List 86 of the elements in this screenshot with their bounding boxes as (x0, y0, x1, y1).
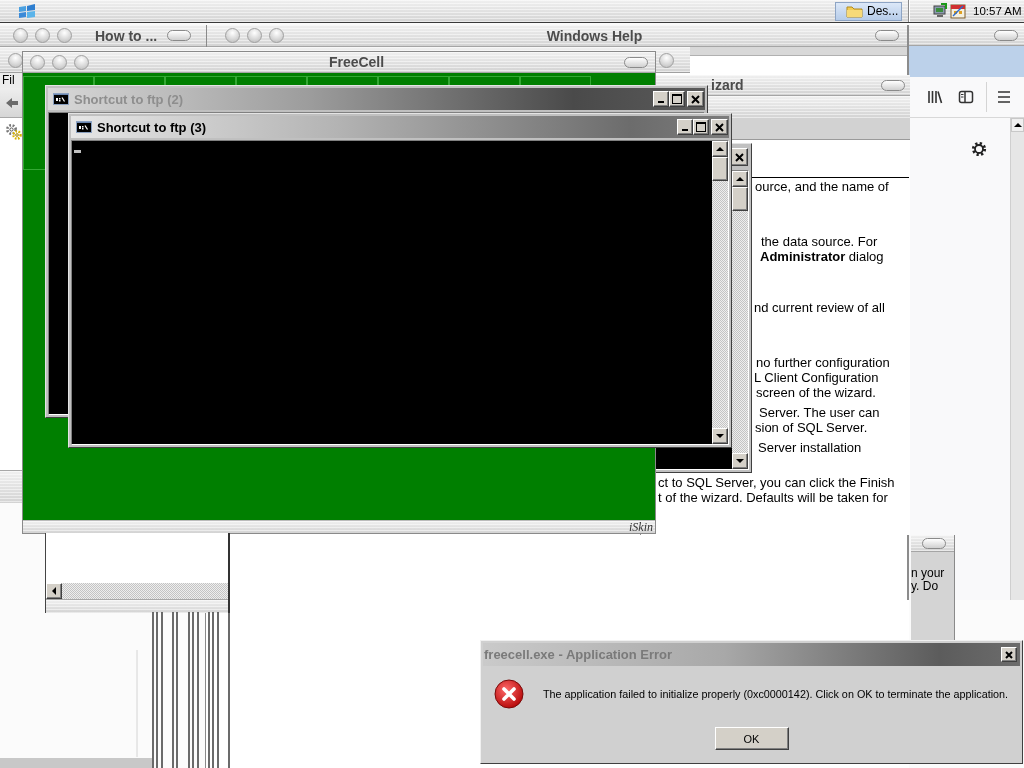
clock: 10:57 AM (973, 5, 1022, 17)
toolbar-toggle-button[interactable] (624, 56, 648, 68)
settings-icon (971, 141, 987, 157)
taskbar-button[interactable]: Des... (835, 1, 902, 21)
body-text: the data source. For (761, 233, 878, 249)
menu-item[interactable]: Fil (2, 73, 15, 87)
close-icon (735, 152, 744, 162)
toolbar-toggle-button[interactable] (922, 537, 946, 549)
scroll-thumb[interactable] (712, 157, 728, 181)
left-arrow-icon (51, 587, 57, 595)
scroll-left-button[interactable] (46, 583, 62, 599)
flag-icon (18, 2, 36, 20)
body-text: Administrator dialog (760, 248, 884, 264)
window-title: FreeCell (327, 54, 386, 70)
title-bar-button[interactable] (269, 28, 284, 43)
title-bar-button[interactable] (225, 28, 240, 43)
close-button[interactable] (711, 119, 728, 135)
scroll-up-button[interactable] (1011, 118, 1024, 132)
down-arrow-icon (716, 433, 724, 439)
error-icon (494, 679, 524, 709)
close-icon (1005, 650, 1013, 659)
window-title: How to ... (95, 27, 158, 44)
down-arrow-icon (736, 458, 744, 464)
title-bar-button[interactable] (57, 28, 72, 43)
title-bar-button[interactable] (74, 54, 89, 70)
body-text: ource, and the name of (755, 178, 889, 194)
title-bar-button[interactable] (35, 28, 50, 43)
body-text: ct to SQL Server, you can click the Finish (658, 474, 895, 490)
ok-button[interactable]: OK (714, 727, 789, 750)
brand-label: iSkin (629, 521, 653, 533)
body-text: screen of the wizard. (756, 384, 876, 400)
up-arrow-icon (736, 176, 744, 182)
library-icon (927, 89, 943, 105)
toolbar-toggle-button[interactable] (875, 30, 899, 41)
folder-icon (846, 4, 863, 18)
console-icon (76, 121, 92, 133)
body-text: Server. The user can (759, 404, 880, 420)
body-text: sion of SQL Server. (755, 419, 868, 435)
title-bar-button[interactable] (52, 54, 67, 70)
maximize-button[interactable] (693, 119, 709, 135)
close-button[interactable] (687, 91, 704, 107)
body-text: y. Do (911, 580, 939, 593)
close-icon (691, 94, 700, 104)
body-text: n your (911, 567, 946, 580)
minimize-button[interactable] (653, 91, 669, 107)
title-bar-button[interactable] (247, 28, 262, 43)
back-arrow-icon (5, 96, 19, 109)
window-title: freecell.exe - Application Error (484, 647, 673, 662)
scrollbar[interactable] (46, 583, 228, 599)
maximize-icon (696, 122, 706, 132)
minimize-icon (682, 129, 688, 131)
body-text: nd current review of all (754, 299, 885, 315)
scroll-down-button[interactable] (712, 428, 728, 444)
window-title: izard (711, 77, 744, 93)
toolbar-toggle-button[interactable] (167, 30, 191, 41)
body-text: no further configuration (756, 354, 890, 370)
scroll-down-button[interactable] (732, 453, 748, 469)
body-text: Server installation (758, 439, 862, 455)
title-bar-button[interactable] (13, 28, 28, 43)
up-arrow-icon (716, 146, 724, 152)
maximize-icon (672, 94, 682, 104)
scrollbar[interactable] (732, 171, 748, 469)
minimize-icon (658, 101, 664, 103)
close-icon (715, 122, 724, 132)
gears-icon (5, 123, 22, 140)
minimize-button[interactable] (677, 119, 693, 135)
window-title: Windows Help (545, 27, 644, 44)
title-bar-button[interactable] (30, 54, 45, 70)
error-message: The application failed to initialize properly (0xc0000142). Click on OK to terminate the application. (543, 688, 1009, 700)
scrollbar[interactable] (712, 141, 728, 444)
calendar-icon (949, 2, 967, 20)
body-text: t of the wizard. Defaults will be taken for (658, 489, 888, 505)
scrollbar[interactable] (1010, 118, 1024, 600)
window-title: Shortcut to ftp (3) (97, 119, 207, 135)
close-button[interactable] (1001, 647, 1017, 662)
toolbar-toggle-button[interactable] (881, 79, 905, 91)
toolbar-toggle-button[interactable] (994, 29, 1018, 41)
menu-icon (996, 90, 1012, 104)
sidebar-icon (958, 89, 974, 105)
text-cursor (74, 150, 81, 153)
console-icon (53, 93, 69, 105)
scroll-thumb[interactable] (732, 187, 748, 211)
up-arrow-icon (1013, 122, 1022, 128)
computer-icon (932, 3, 948, 19)
maximize-button[interactable] (669, 91, 685, 107)
body-text: L Client Configuration (754, 369, 879, 385)
